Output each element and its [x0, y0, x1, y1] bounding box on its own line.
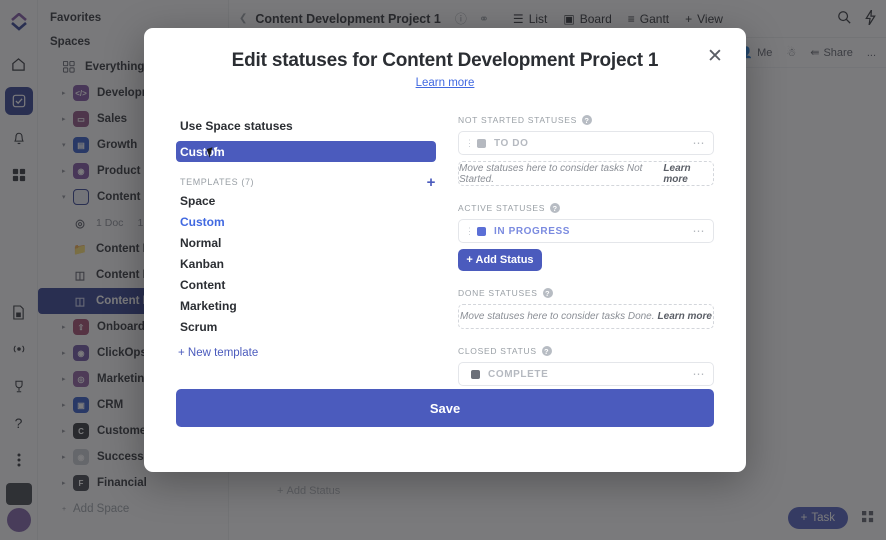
status-group-done: DONE STATUSES ? Move statuses here to co…: [458, 288, 714, 329]
group-label: CLOSED STATUS ?: [458, 346, 714, 356]
add-status-button[interactable]: + Add Status: [458, 249, 542, 271]
templates-header-label: TEMPLATES (7): [180, 177, 255, 187]
group-label: NOT STARTED STATUSES ?: [458, 115, 714, 125]
use-space-statuses-option[interactable]: Use Space statuses: [176, 115, 436, 136]
ellipsis-icon[interactable]: ⋯: [693, 224, 706, 238]
template-item-marketing[interactable]: Marketing: [176, 296, 436, 316]
status-row[interactable]: COMPLETE ⋯: [458, 362, 714, 386]
help-icon[interactable]: ?: [582, 115, 593, 125]
template-label: Kanban: [180, 257, 225, 271]
status-group-not-started: NOT STARTED STATUSES ? ⋮⋮ TO DO ⋯ Move s…: [458, 115, 714, 186]
template-item-content[interactable]: Content: [176, 275, 436, 295]
add-template-icon[interactable]: +: [427, 174, 436, 191]
learn-more-link[interactable]: Learn more: [416, 77, 475, 89]
modal-header: Edit statuses for Content Development Pr…: [144, 28, 746, 90]
edit-statuses-modal: Edit statuses for Content Development Pr…: [144, 28, 746, 472]
new-template-button[interactable]: + New template: [176, 347, 436, 359]
template-item-space[interactable]: Space: [176, 191, 436, 211]
close-icon[interactable]: ✕: [704, 45, 726, 67]
dropzone-learn-more-link[interactable]: Learn more: [663, 163, 713, 185]
ellipsis-icon[interactable]: ⋯: [693, 136, 706, 150]
group-label-text: DONE STATUSES: [458, 288, 538, 298]
dropzone-text: Move statuses here to consider tasks Don…: [459, 311, 655, 322]
dropzone-learn-more-link[interactable]: Learn more: [658, 311, 712, 322]
template-label: Content: [180, 278, 226, 292]
modal-title: Edit statuses for Content Development Pr…: [231, 50, 659, 71]
template-label: Space: [180, 194, 216, 208]
status-color-swatch: [477, 138, 486, 148]
modal-footer: Save: [144, 389, 746, 427]
help-icon[interactable]: ?: [542, 288, 553, 298]
ellipsis-icon[interactable]: ⋯: [693, 367, 706, 381]
template-item-scrum[interactable]: Scrum: [176, 317, 436, 337]
group-label-text: ACTIVE STATUSES: [458, 203, 546, 213]
status-color-swatch: [477, 226, 486, 236]
status-group-closed: CLOSED STATUS ? COMPLETE ⋯: [458, 346, 714, 386]
help-icon[interactable]: ?: [550, 203, 561, 213]
custom-option-selected[interactable]: Custom: [176, 141, 436, 162]
template-item-custom[interactable]: Custom: [176, 212, 436, 232]
template-label: Scrum: [180, 320, 218, 334]
group-label: DONE STATUSES ?: [458, 288, 714, 298]
drag-handle-icon[interactable]: ⋮⋮: [465, 227, 482, 236]
status-group-active: ACTIVE STATUSES ? ⋮⋮ IN PROGRESS ⋯ + Add…: [458, 203, 714, 271]
use-space-statuses-label: Use Space statuses: [180, 118, 293, 133]
group-label-text: NOT STARTED STATUSES: [458, 115, 578, 125]
save-button[interactable]: Save: [176, 389, 714, 427]
group-label-text: CLOSED STATUS: [458, 346, 537, 356]
template-label: Marketing: [180, 299, 237, 313]
modal-subtitle: Learn more: [144, 77, 746, 89]
status-row[interactable]: ⋮⋮ IN PROGRESS ⋯: [458, 219, 714, 243]
group-label: ACTIVE STATUSES ?: [458, 203, 714, 213]
template-item-kanban[interactable]: Kanban: [176, 254, 436, 274]
template-list-panel: Use Space statuses Custom TEMPLATES (7) …: [176, 115, 436, 389]
status-name: COMPLETE: [488, 368, 549, 380]
status-name: TO DO: [494, 137, 529, 149]
templates-header: TEMPLATES (7) +: [176, 174, 436, 191]
drag-handle-icon[interactable]: ⋮⋮: [465, 139, 482, 148]
help-icon[interactable]: ?: [541, 346, 552, 356]
modal-body: Use Space statuses Custom TEMPLATES (7) …: [144, 89, 746, 389]
template-label: Normal: [180, 236, 222, 250]
template-item-normal[interactable]: Normal: [176, 233, 436, 253]
dropzone-done[interactable]: Move statuses here to consider tasks Don…: [458, 304, 714, 329]
status-groups-panel: NOT STARTED STATUSES ? ⋮⋮ TO DO ⋯ Move s…: [436, 115, 714, 389]
app-root: ? Favorites Spaces Everything ▸ </> Deve…: [0, 0, 886, 540]
dropzone-text: Move statuses here to consider tasks Not…: [459, 162, 643, 185]
dropzone-not-started[interactable]: Move statuses here to consider tasks Not…: [458, 161, 714, 186]
status-color-swatch: [471, 369, 480, 379]
status-name: IN PROGRESS: [494, 225, 571, 237]
status-row[interactable]: ⋮⋮ TO DO ⋯: [458, 131, 714, 155]
template-label: Custom: [180, 215, 225, 229]
